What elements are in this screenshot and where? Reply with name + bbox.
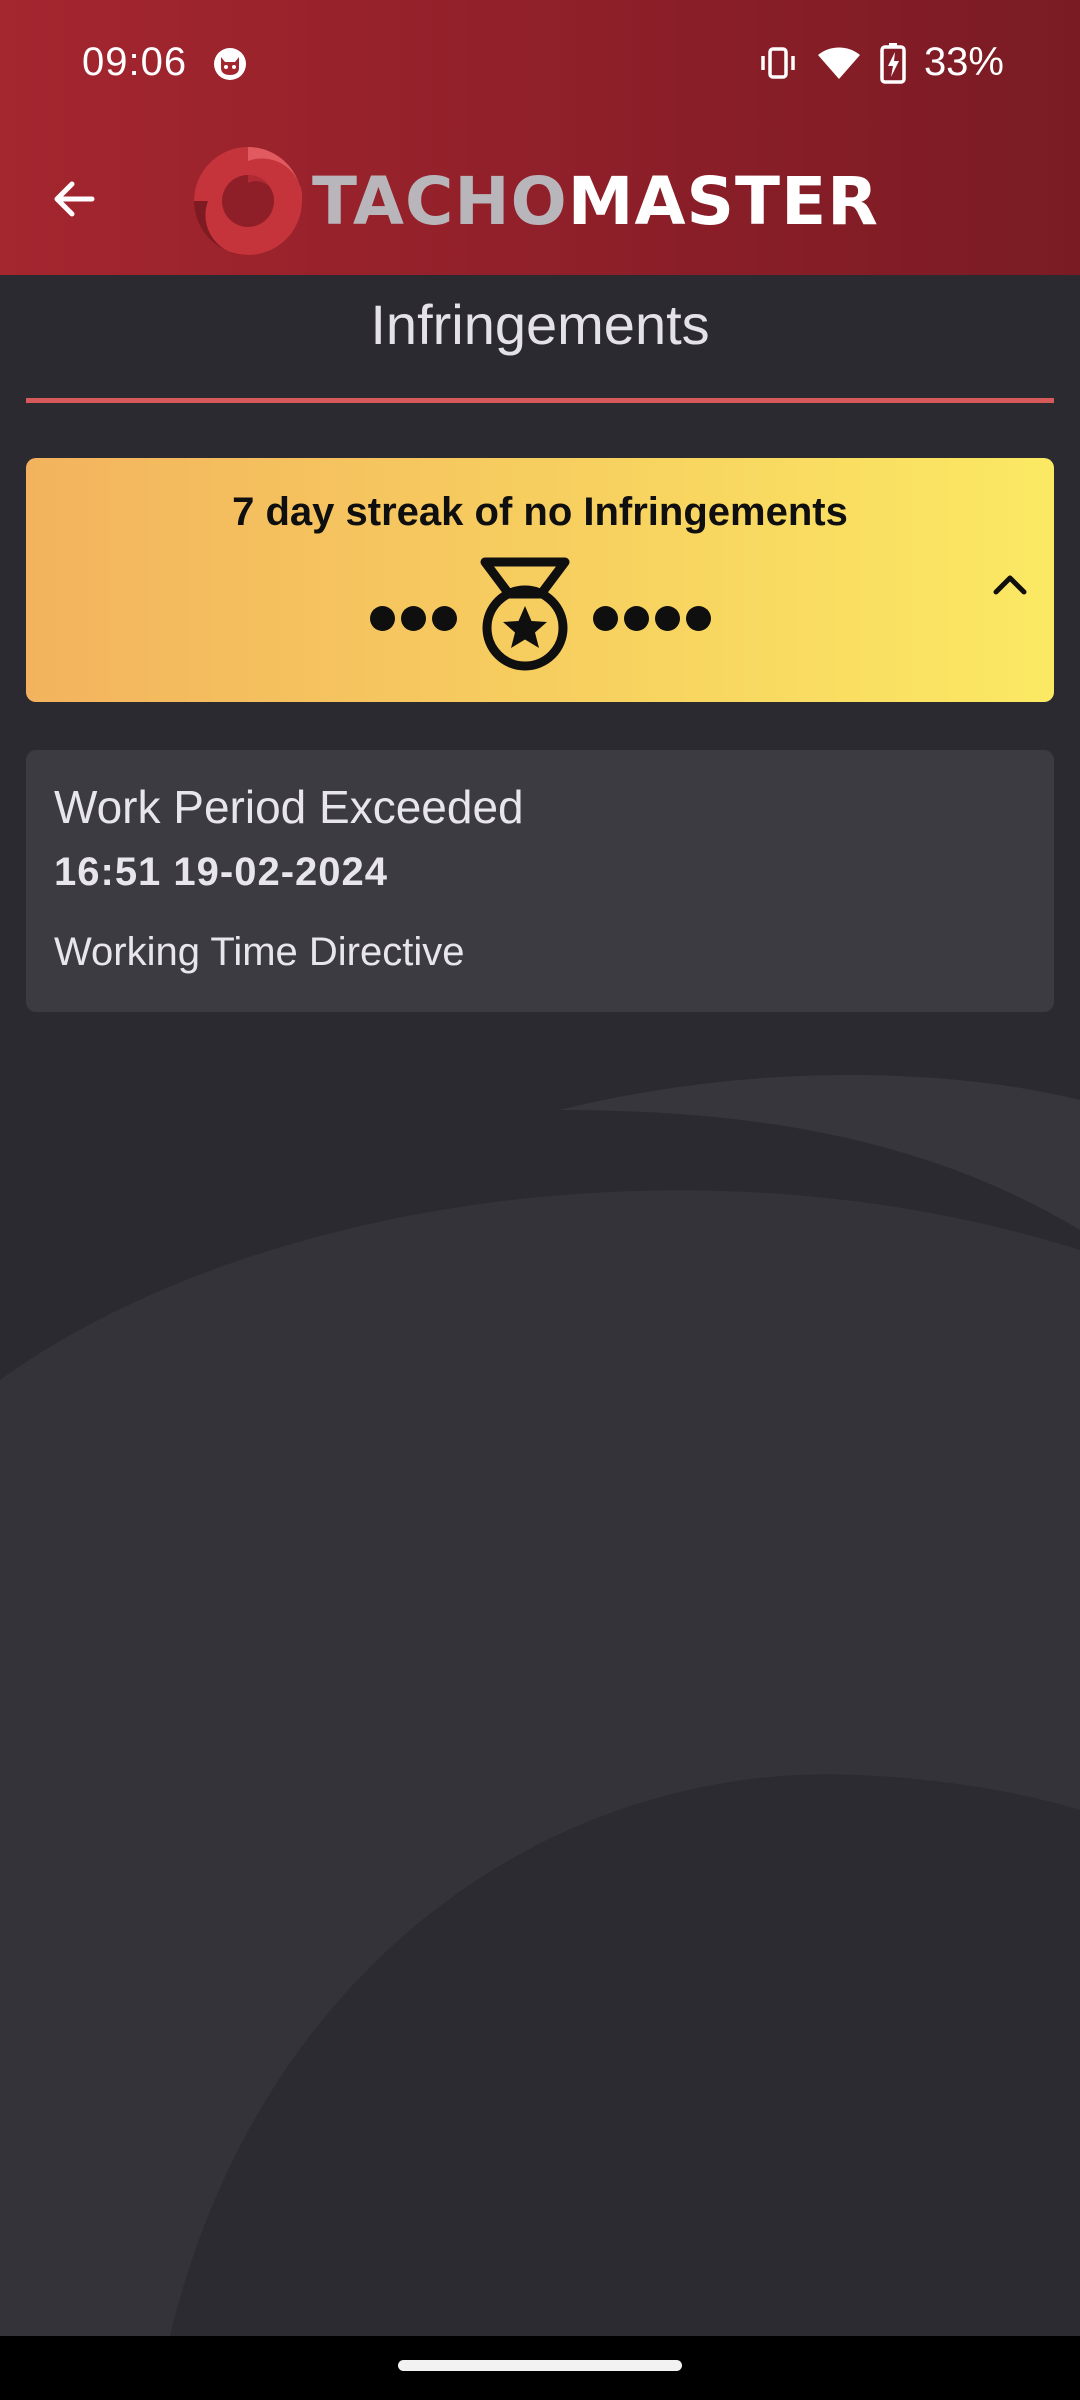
infringement-title: Work Period Exceeded <box>54 781 524 833</box>
streak-title: 7 day streak of no Infringements <box>232 490 848 534</box>
cat-notification-icon <box>212 46 248 82</box>
streak-dot <box>431 605 457 631</box>
streak-dot <box>592 605 618 631</box>
infringement-category: Working Time Directive <box>54 930 465 974</box>
background-swoosh <box>0 1075 1080 2336</box>
back-button[interactable] <box>38 165 110 237</box>
infringement-datetime: 16:51 19-02-2024 <box>54 850 389 894</box>
streak-dot <box>623 605 649 631</box>
streak-dots-before <box>369 605 457 631</box>
streak-card[interactable]: 7 day streak of no Infringements <box>26 458 1054 702</box>
streak-dot <box>369 605 395 631</box>
streak-dot <box>400 605 426 631</box>
title-underline <box>26 398 1054 403</box>
status-bar: 09:06 33% <box>0 0 1080 130</box>
brand-logo: TACHOMASTER <box>190 143 879 259</box>
system-nav-bar <box>0 2336 1080 2400</box>
home-indicator[interactable] <box>398 2360 682 2371</box>
streak-dot <box>654 605 680 631</box>
brand-wordmark-part1: TACHO <box>312 162 568 240</box>
status-time: 09:06 <box>82 40 188 84</box>
streak-progress <box>26 556 1054 681</box>
tachomaster-logo-icon <box>194 147 303 256</box>
medal-icon <box>479 556 571 681</box>
brand-wordmark-part2: MASTER <box>567 162 879 240</box>
collapse-button[interactable] <box>982 558 1038 614</box>
streak-dot <box>685 605 711 631</box>
page-title: Infringements <box>370 293 710 356</box>
status-icons: 33% <box>758 40 1004 85</box>
arrow-left-icon <box>50 175 98 228</box>
brand-wordmark: TACHOMASTER <box>312 163 879 240</box>
battery-percent: 33% <box>923 40 1004 84</box>
infringement-card[interactable]: Work Period Exceeded 16:51 19-02-2024 Wo… <box>26 750 1054 1012</box>
streak-dots-after <box>592 605 711 631</box>
chevron-up-icon <box>992 572 1028 601</box>
vibrate-icon <box>758 43 798 83</box>
battery-charging-icon <box>880 42 906 84</box>
app-header: 09:06 33% TACHOMASTER <box>0 0 1080 275</box>
wifi-icon <box>816 43 862 83</box>
